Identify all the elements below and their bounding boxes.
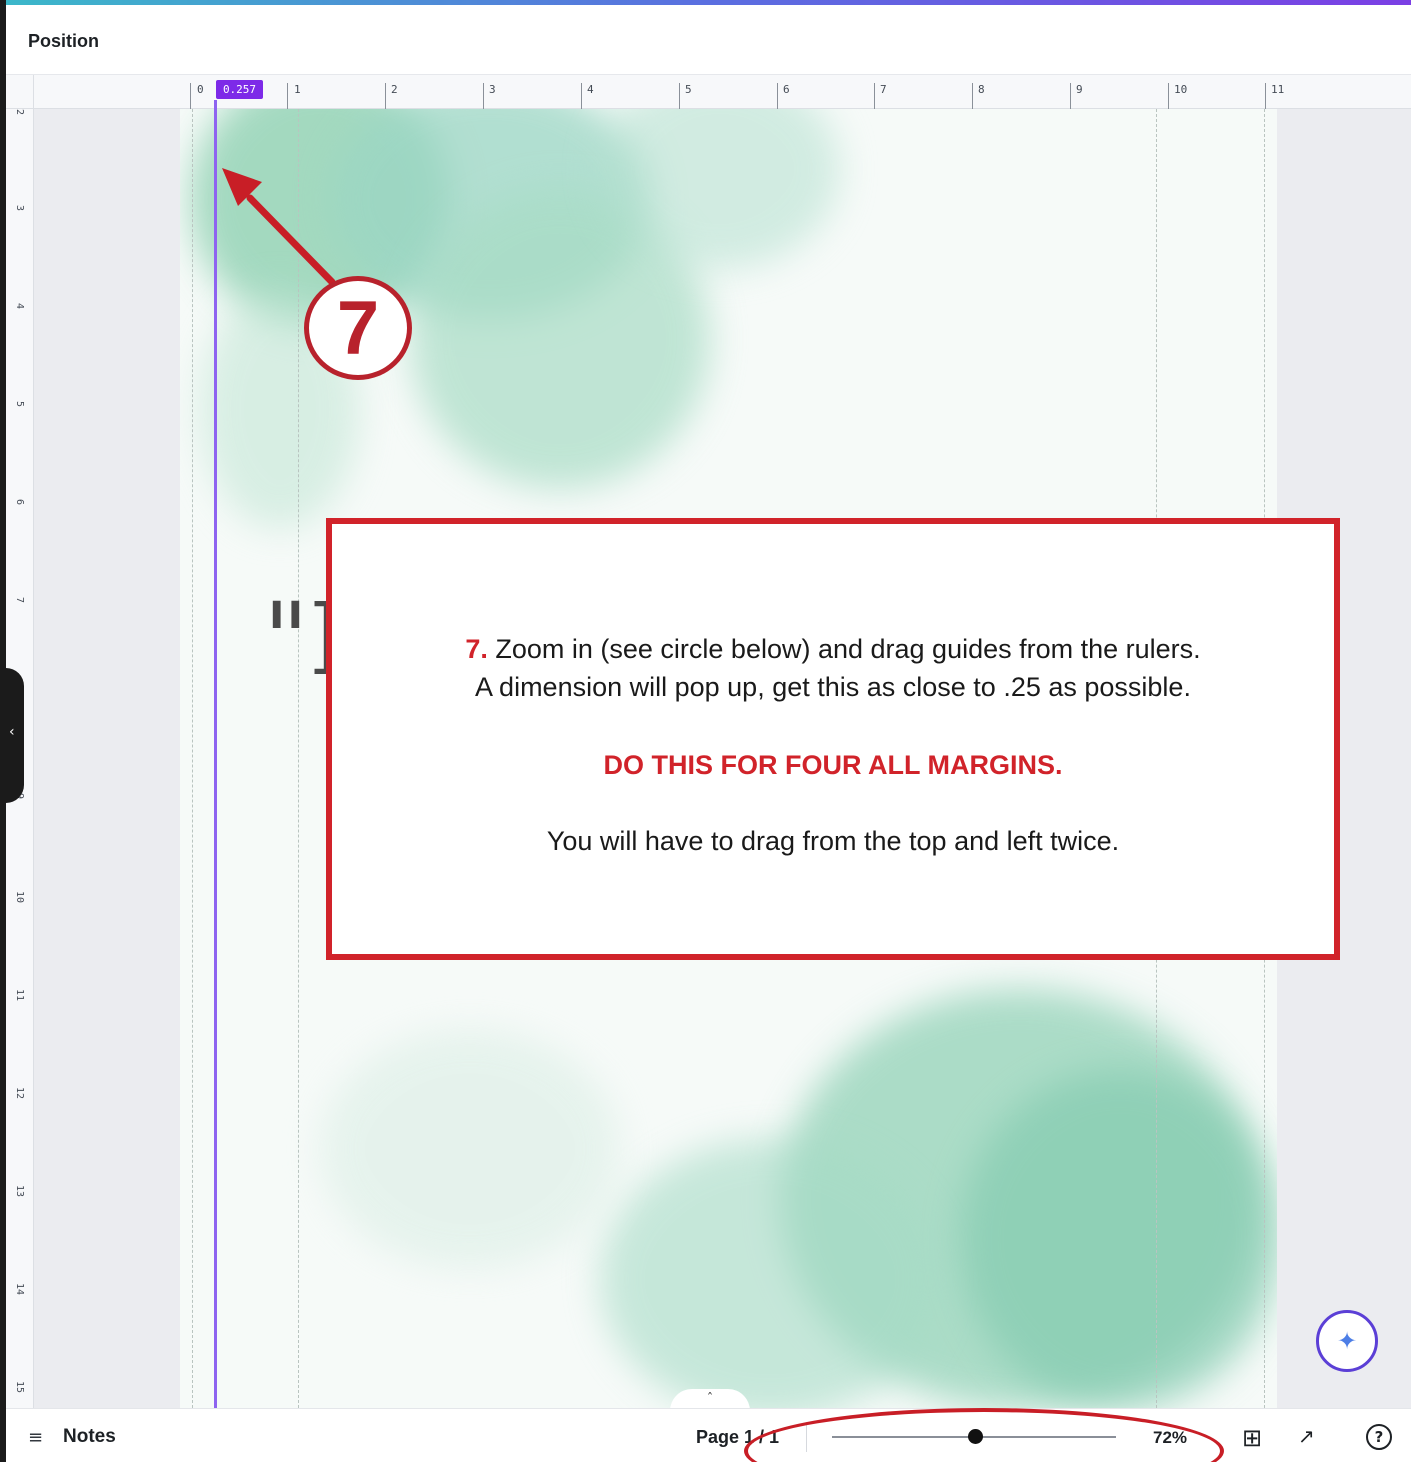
ruler-tick — [1168, 83, 1169, 109]
ruler-number: 4 — [14, 303, 25, 310]
instruction-emphasis: DO THIS FOR FOUR ALL MARGINS. — [603, 750, 1063, 780]
ruler-tick — [972, 83, 973, 109]
step-number-circle: 7 — [304, 276, 412, 380]
ruler-number: 1 — [294, 83, 301, 96]
page-bleed-left — [192, 109, 193, 1408]
ruler-number: 5 — [685, 83, 692, 96]
ruler-tick — [1070, 83, 1071, 109]
chevron-up-icon: ˆ — [706, 1392, 714, 1407]
ruler-tick — [1265, 83, 1266, 109]
notes-icon[interactable]: ≡ — [28, 1427, 43, 1448]
chevron-left-icon: ‹ — [9, 724, 15, 740]
ruler-number: 4 — [587, 83, 594, 96]
instruction-line-2: A dimension will pop up, get this as clo… — [475, 672, 1191, 702]
ruler-tick — [287, 83, 288, 109]
watercolor-blob — [960, 1069, 1277, 1408]
ruler-number: 6 — [783, 83, 790, 96]
grid-view-icon[interactable]: ⊞ — [1242, 1424, 1262, 1452]
step-prefix: 7. — [465, 634, 488, 664]
guide-position-badge: 0.257 — [216, 80, 263, 99]
instruction-callout: 7. Zoom in (see circle below) and drag g… — [326, 518, 1340, 960]
ruler-tick — [190, 83, 191, 109]
ruler-tick — [385, 83, 386, 109]
ruler-number: 7 — [880, 83, 887, 96]
magic-sparkle-button[interactable]: ✦ — [1316, 1310, 1378, 1372]
ruler-number: 10 — [14, 891, 25, 904]
ruler-number: 12 — [14, 1087, 25, 1100]
fullscreen-icon[interactable]: ↗ — [1298, 1424, 1315, 1448]
notes-button[interactable]: Notes — [63, 1426, 116, 1448]
ruler-number: 7 — [14, 597, 25, 604]
panel-title: Position — [28, 31, 99, 51]
ruler-number: 10 — [1174, 83, 1188, 96]
instruction-text-1: Zoom in (see circle below) and drag guid… — [495, 634, 1201, 664]
ruler-number: 3 — [489, 83, 496, 96]
magic-sparkle-icon: ✦ — [1336, 1327, 1358, 1355]
header-bar: Position — [6, 5, 1411, 75]
ruler-number: 14 — [14, 1283, 25, 1296]
ruler-number: 0 — [197, 83, 204, 96]
ruler-tick — [483, 83, 484, 109]
vertical-guide[interactable] — [214, 100, 217, 1408]
ruler-number: 11 — [14, 989, 25, 1002]
ruler-tick — [874, 83, 875, 109]
ruler-number: 9 — [1076, 83, 1083, 96]
ruler-number: 15 — [14, 1381, 25, 1394]
ruler-number: 13 — [14, 1185, 25, 1198]
ruler-number: 5 — [14, 401, 25, 408]
ruler-tick — [679, 83, 680, 109]
ruler-number: 2 — [14, 109, 25, 116]
side-panel-toggle[interactable]: ‹ — [6, 668, 24, 803]
step-number: 7 — [336, 286, 380, 371]
ruler-number: 3 — [14, 205, 25, 212]
ruler-corner — [6, 75, 34, 109]
ruler-number: 8 — [978, 83, 985, 96]
watercolor-blob — [600, 1139, 940, 1408]
instruction-line-1: 7. Zoom in (see circle below) and drag g… — [332, 634, 1334, 665]
instruction-line-3: You will have to drag from the top and l… — [546, 826, 1120, 856]
ruler-tick — [777, 83, 778, 109]
watercolor-blob — [320, 1029, 620, 1269]
ruler-number: 2 — [391, 83, 398, 96]
help-icon[interactable]: ? — [1366, 1424, 1392, 1450]
ruler-tick — [581, 83, 582, 109]
ruler-number: 6 — [14, 499, 25, 506]
page-margin-left — [298, 109, 299, 1408]
ruler-number: 11 — [1271, 83, 1285, 96]
